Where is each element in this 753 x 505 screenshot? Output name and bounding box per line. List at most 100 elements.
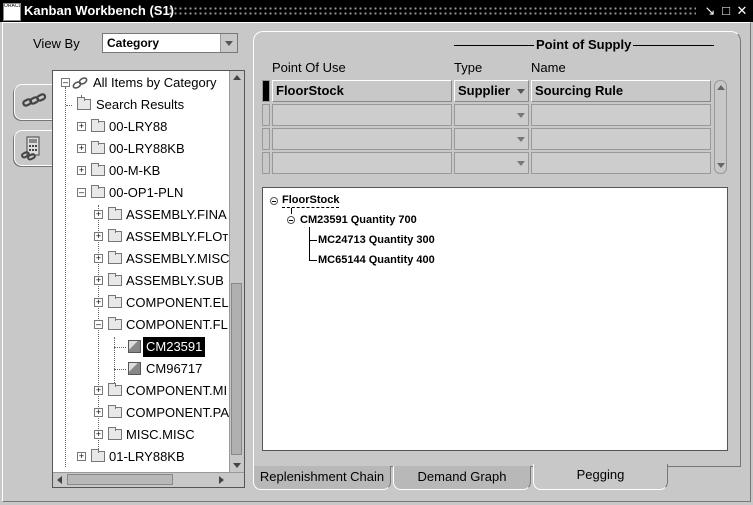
pegging-tree[interactable]: FloorStock CM23591 Quantity 700 MC24713 … [262,187,728,451]
type-select[interactable]: Supplier [454,80,529,102]
expand-icon[interactable]: + [94,232,103,241]
folder-icon [77,97,91,110]
name-cell[interactable] [531,128,711,150]
scroll-down-icon[interactable] [230,459,244,473]
point-of-use-cell[interactable] [272,128,452,150]
tree-node-label: 00-LRY88 [109,119,168,134]
type-select[interactable] [454,104,529,126]
tree-node-label: 00-M-KB [109,163,161,178]
tree-node-label: CM96717 [146,361,203,376]
tree-node-label: COMPONENT.FL [126,317,228,332]
point-of-use-cell[interactable] [272,152,452,174]
type-select[interactable] [454,128,529,150]
close-icon[interactable]: ✕ [735,4,749,18]
point-of-supply-header: Point of Supply [534,37,634,52]
collapse-icon[interactable] [270,197,278,205]
expand-icon[interactable]: + [94,386,103,395]
tree-vertical-scrollbar[interactable] [229,71,244,473]
view-by-label: View By [33,36,80,51]
chevron-down-icon[interactable] [220,34,237,52]
collapse-icon[interactable]: – [61,78,70,87]
calculator-icon [21,136,40,161]
window-title: Kanban Workbench (S1) [24,3,175,18]
name-cell[interactable] [531,152,711,174]
folder-icon [108,405,122,418]
point-of-use-cell[interactable]: FloorStock [272,80,452,102]
expand-icon[interactable]: + [94,430,103,439]
chevron-down-icon[interactable] [517,113,525,118]
row-indicator[interactable] [262,152,270,174]
collapse-icon[interactable]: – [94,320,103,329]
expand-icon[interactable]: + [77,166,86,175]
name-cell[interactable] [531,104,711,126]
minimize-icon[interactable]: ↘ [703,4,717,18]
expand-icon[interactable]: + [77,452,86,461]
expand-icon[interactable]: + [77,122,86,131]
tree-node-label: COMPONENT.EL [126,295,229,310]
tab-demand-graph[interactable]: Demand Graph [393,466,531,490]
folder-icon [108,317,122,330]
expand-icon[interactable]: + [94,276,103,285]
view-by-select[interactable]: Category [102,33,238,53]
tree-node-label: COMPONENT.PA [126,405,230,420]
tab-replenishment-chain[interactable]: Replenishment Chain [253,466,391,490]
type-value: Supplier [458,83,511,98]
point-of-use-cell[interactable] [272,104,452,126]
tree-node-label: ASSEMBLY.FINA [126,207,227,222]
oracle-app-icon: ORACLE [3,3,21,21]
restore-icon[interactable]: □ [719,4,733,18]
folder-icon [91,119,105,132]
row-indicator[interactable] [262,128,270,150]
folder-icon [108,295,122,308]
tree-node-label: CM23591 [143,337,206,357]
pegging-root-node[interactable]: FloorStock [282,193,340,208]
collapse-icon[interactable]: – [77,188,86,197]
category-tree[interactable]: – All Items by Category Search Results +… [52,70,245,488]
chevron-down-icon[interactable] [517,89,525,94]
column-header-point-of-use: Point Of Use [272,60,346,75]
folder-icon [108,427,122,440]
expand-icon[interactable]: + [94,210,103,219]
chevron-down-icon[interactable] [517,161,525,166]
tree-node-label: 00-LRY88KB [109,141,185,156]
expand-icon[interactable]: + [77,144,86,153]
tree-node-label: 00-OP1-PLN [109,185,184,200]
folder-icon [91,163,105,176]
view-by-value: Category [107,36,160,50]
column-header-name: Name [531,60,566,75]
tree-node-label: ASSEMBLY.MISC [126,251,230,266]
chevron-down-icon[interactable] [517,137,525,142]
row-indicator[interactable] [262,104,270,126]
folder-icon [108,251,122,264]
type-select[interactable] [454,152,529,174]
tree-horizontal-scrollbar[interactable] [53,472,244,487]
scroll-thumb[interactable] [231,283,242,455]
folder-icon [108,273,122,286]
scroll-right-icon[interactable] [215,473,229,487]
side-tab-calculator[interactable] [14,130,53,166]
expand-icon[interactable]: + [94,254,103,263]
expand-icon[interactable]: + [94,298,103,307]
scroll-up-icon[interactable] [230,71,244,85]
tab-pegging[interactable]: Pegging [533,464,668,490]
scroll-left-icon[interactable] [53,473,67,487]
tree-node-label: ASSEMBLY.FLOт [126,229,229,244]
collapse-icon[interactable] [287,216,295,224]
folder-icon [91,141,105,154]
current-row-indicator[interactable] [262,80,270,102]
pegging-grandchild-node[interactable]: MC24713 Quantity 300 [318,233,435,247]
pegging-grandchild-node[interactable]: MC65144 Quantity 400 [318,253,435,267]
tree-node-label: 01-LRY88KB [109,449,185,464]
tree-node-label: All Items by Category [93,75,217,90]
scroll-thumb[interactable] [67,474,173,485]
folder-icon [91,449,105,462]
expand-icon[interactable]: + [94,408,103,417]
name-cell[interactable]: Sourcing Rule [531,80,711,102]
side-tab-chain[interactable] [14,84,53,120]
folder-icon [91,185,105,198]
title-bar: ORACLE Kanban Workbench (S1) ↘ □ ✕ [0,0,753,22]
grid-vertical-scrollbar[interactable] [714,80,727,174]
title-bar-grip [168,6,696,16]
pegging-child-node[interactable]: CM23591 Quantity 700 [300,213,417,227]
folder-icon [108,383,122,396]
